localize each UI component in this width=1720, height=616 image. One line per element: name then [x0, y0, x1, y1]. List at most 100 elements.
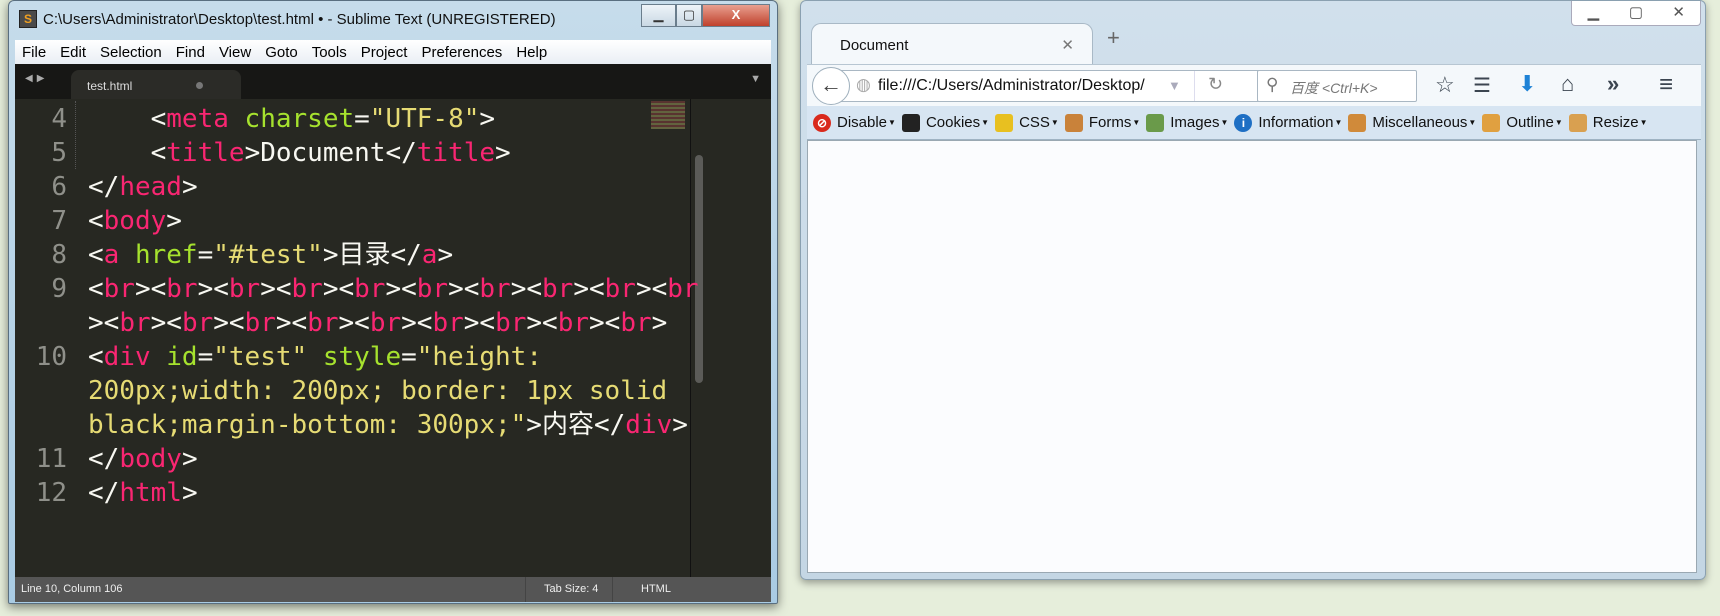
search-input[interactable]: ⚲ 百度 <Ctrl+K> — [1257, 70, 1417, 102]
code-line: <meta charset="UTF-8"> — [88, 102, 495, 136]
code-token: br — [479, 274, 511, 304]
tab-document[interactable]: Document ✕ — [811, 23, 1093, 65]
close-button[interactable]: X — [702, 4, 770, 27]
code-token: >< — [463, 308, 496, 338]
code-token: >< — [510, 274, 543, 304]
line-number: 7 — [51, 206, 67, 236]
resize-ruler-icon — [1568, 113, 1587, 132]
vertical-scrollbar[interactable] — [695, 155, 703, 383]
menu-edit[interactable]: Edit — [53, 44, 93, 61]
code-token: > — [479, 104, 496, 134]
close-tab-icon[interactable]: ✕ — [1061, 36, 1074, 54]
syntax-selector[interactable]: HTML — [641, 583, 671, 595]
minimap[interactable] — [651, 101, 685, 129]
menu-project[interactable]: Project — [354, 44, 415, 61]
home-icon[interactable]: ⌂ — [1561, 71, 1574, 97]
search-placeholder: 百度 <Ctrl+K> — [1290, 80, 1378, 96]
url-bar[interactable]: ◍ file:///C:/Users/Administrator/Desktop… — [827, 70, 1260, 102]
maximize-button[interactable]: ▢ — [676, 4, 702, 27]
menu-preferences[interactable]: Preferences — [414, 44, 509, 61]
toolbar-menu-outline[interactable]: Outline ▼ — [1482, 113, 1563, 132]
code-token: br — [604, 274, 636, 304]
toolbar-menu-label: Outline — [1506, 114, 1554, 131]
code-editor[interactable]: 4 <meta charset="UTF-8"> 5 <title>Documen… — [15, 99, 771, 577]
code-token: style — [307, 342, 402, 372]
code-token: < — [88, 240, 104, 270]
code-token: "#test" — [213, 240, 323, 270]
sublime-text-window: S C:\Users\Administrator\Desktop\test.ht… — [8, 0, 778, 604]
menu-goto[interactable]: Goto — [258, 44, 305, 61]
unsaved-dot-icon — [196, 82, 203, 89]
line-number: 6 — [51, 172, 67, 202]
toolbar-menu-miscellaneous[interactable]: Miscellaneous ▼ — [1348, 113, 1477, 132]
code-token: 200px;width: 200px; border: 1px solid — [88, 376, 668, 406]
tab-test-html[interactable]: test.html — [71, 70, 241, 99]
toolbar-menu-cookies[interactable]: Cookies ▼ — [901, 113, 989, 132]
code-token: > — [651, 308, 668, 338]
toolbar-menu-resize[interactable]: Resize ▼ — [1568, 113, 1648, 132]
code-token: > — [672, 410, 688, 440]
bookmark-star-icon[interactable]: ☆ — [1435, 72, 1455, 98]
code-token: > — [495, 138, 511, 168]
menu-view[interactable]: View — [212, 44, 258, 61]
code-line: </head> — [88, 170, 198, 204]
code-token: div — [103, 342, 151, 372]
reload-icon[interactable]: ↻ — [1208, 74, 1223, 95]
code-token: = — [197, 240, 214, 270]
toolbar-menu-forms[interactable]: Forms ▼ — [1064, 113, 1140, 132]
toolbar-menu-disable[interactable]: ⊘ Disable ▼ — [813, 113, 896, 132]
code-token: br — [166, 274, 198, 304]
menu-tools[interactable]: Tools — [305, 44, 354, 61]
reading-list-icon[interactable]: ☰ — [1473, 73, 1491, 98]
toolbar-menu-label: Forms — [1088, 114, 1132, 131]
dropdown-caret-icon: ▼ — [1639, 118, 1648, 127]
code-token: >< — [150, 308, 182, 338]
toolbar-menu-css[interactable]: CSS ▼ — [995, 113, 1059, 132]
toolbar-menu-information[interactable]: i Information ▼ — [1234, 113, 1343, 132]
menu-hamburger-icon[interactable]: ≡ — [1659, 71, 1673, 99]
maximize-button[interactable]: ▢ — [1615, 1, 1658, 25]
menu-file[interactable]: File — [15, 44, 53, 61]
menu-selection[interactable]: Selection — [93, 44, 169, 61]
menu-find[interactable]: Find — [169, 44, 212, 61]
overflow-chevron-icon[interactable]: » — [1607, 71, 1619, 97]
tab-nav-arrows-icon[interactable]: ◀▶ — [25, 73, 48, 84]
line-number: 9 — [51, 274, 67, 304]
code-line: </html> — [88, 476, 198, 510]
url-dropdown-icon[interactable]: ▼ — [1168, 78, 1181, 93]
code-token: < — [88, 138, 167, 168]
code-token: < — [88, 104, 167, 134]
minimize-button[interactable]: ▁ — [641, 4, 676, 27]
code-token: >< — [197, 274, 229, 304]
code-token: br — [181, 308, 214, 338]
close-button[interactable]: ✕ — [1657, 1, 1700, 25]
dropdown-caret-icon: ▼ — [1468, 118, 1477, 127]
toolbar-menu-label: Resize — [1592, 114, 1639, 131]
code-line: <title>Document</title> — [88, 136, 511, 170]
code-token: black;margin-bottom: 300px;" — [88, 410, 527, 440]
line-number: 4 — [51, 104, 67, 134]
tab-title: Document — [840, 37, 909, 54]
page-content[interactable] — [807, 140, 1697, 573]
minimize-button[interactable]: ▁ — [1572, 1, 1615, 25]
information-icon: i — [1234, 113, 1253, 132]
web-developer-toolbar: ⊘ Disable ▼ Cookies ▼ CSS ▼ Forms ▼ Images ▼ i Infor… — [807, 106, 1701, 140]
tab-size-selector[interactable]: Tab Size: 4 — [544, 583, 598, 595]
dropdown-caret-icon: ▼ — [1334, 118, 1343, 127]
css-wand-icon — [995, 113, 1014, 132]
menu-help[interactable]: Help — [509, 44, 554, 61]
dropdown-caret-icon: ▼ — [1554, 118, 1563, 127]
code-token: br — [369, 308, 402, 338]
new-tab-button[interactable]: + — [1107, 25, 1120, 51]
download-icon[interactable]: ⬇ — [1518, 71, 1536, 97]
toolbar-menu-label: Information — [1258, 114, 1334, 131]
indent-guide — [75, 101, 76, 169]
code-token: >内容</ — [526, 410, 626, 440]
menu-bar: File Edit Selection Find View Goto Tools Projec… — [15, 40, 771, 64]
minimap-divider — [690, 99, 691, 577]
back-button[interactable]: ← — [812, 67, 850, 105]
toolbar-menu-images[interactable]: Images ▼ — [1146, 113, 1228, 132]
code-token: >< — [448, 274, 480, 304]
tab-menu-icon[interactable]: ▼ — [750, 73, 761, 85]
code-token: "height: — [416, 342, 542, 372]
